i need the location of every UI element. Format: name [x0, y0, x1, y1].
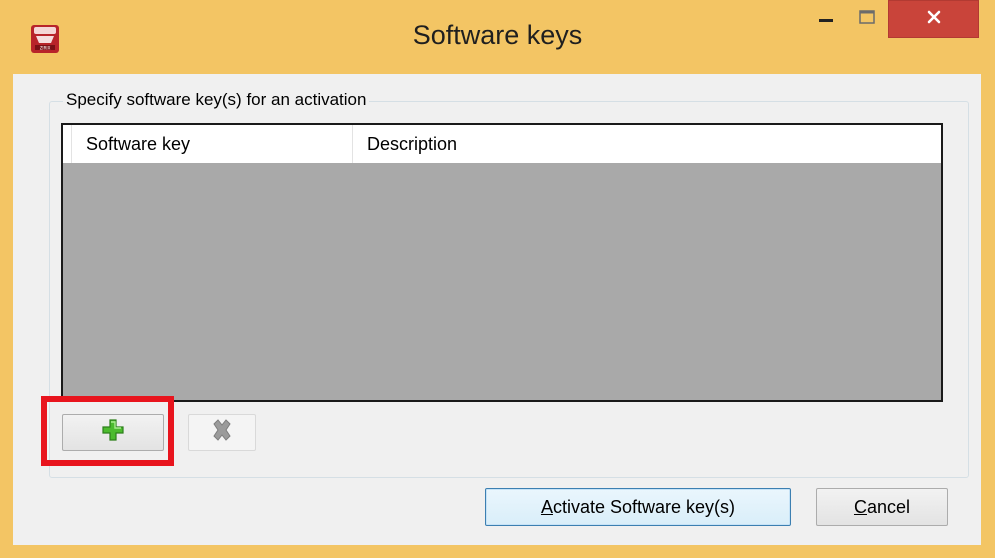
minimize-button[interactable] — [806, 0, 846, 38]
maximize-button[interactable] — [846, 0, 888, 38]
column-header-description[interactable]: Description — [353, 125, 941, 163]
activate-software-keys-button[interactable]: Activate Software key(s) — [485, 488, 791, 526]
remove-x-icon — [211, 419, 233, 446]
list-header-spacer — [63, 125, 72, 163]
activate-mnemonic: A — [540, 496, 553, 517]
annotation-highlight-box — [41, 396, 174, 466]
software-key-list[interactable]: Software key Description — [61, 123, 943, 402]
dialog-body: Specify software key(s) for an activatio… — [13, 74, 981, 545]
maximize-icon — [859, 9, 875, 29]
minimize-icon — [819, 10, 833, 28]
close-icon — [926, 9, 942, 30]
cancel-label: ancel — [866, 496, 911, 517]
group-legend: Specify software key(s) for an activatio… — [63, 90, 370, 110]
column-header-software-key[interactable]: Software key — [72, 125, 353, 163]
activate-label: ctivate Software key(s) — [552, 496, 736, 517]
remove-key-button[interactable] — [188, 414, 256, 451]
cancel-button[interactable]: Cancel — [816, 488, 948, 526]
title-bar[interactable]: ZIRIX Software keys — [0, 0, 995, 74]
cancel-mnemonic: C — [853, 496, 867, 517]
dialog-window: ZIRIX Software keys Specify software key… — [0, 0, 995, 558]
list-header: Software key Description — [63, 125, 941, 163]
close-button[interactable] — [888, 0, 979, 38]
